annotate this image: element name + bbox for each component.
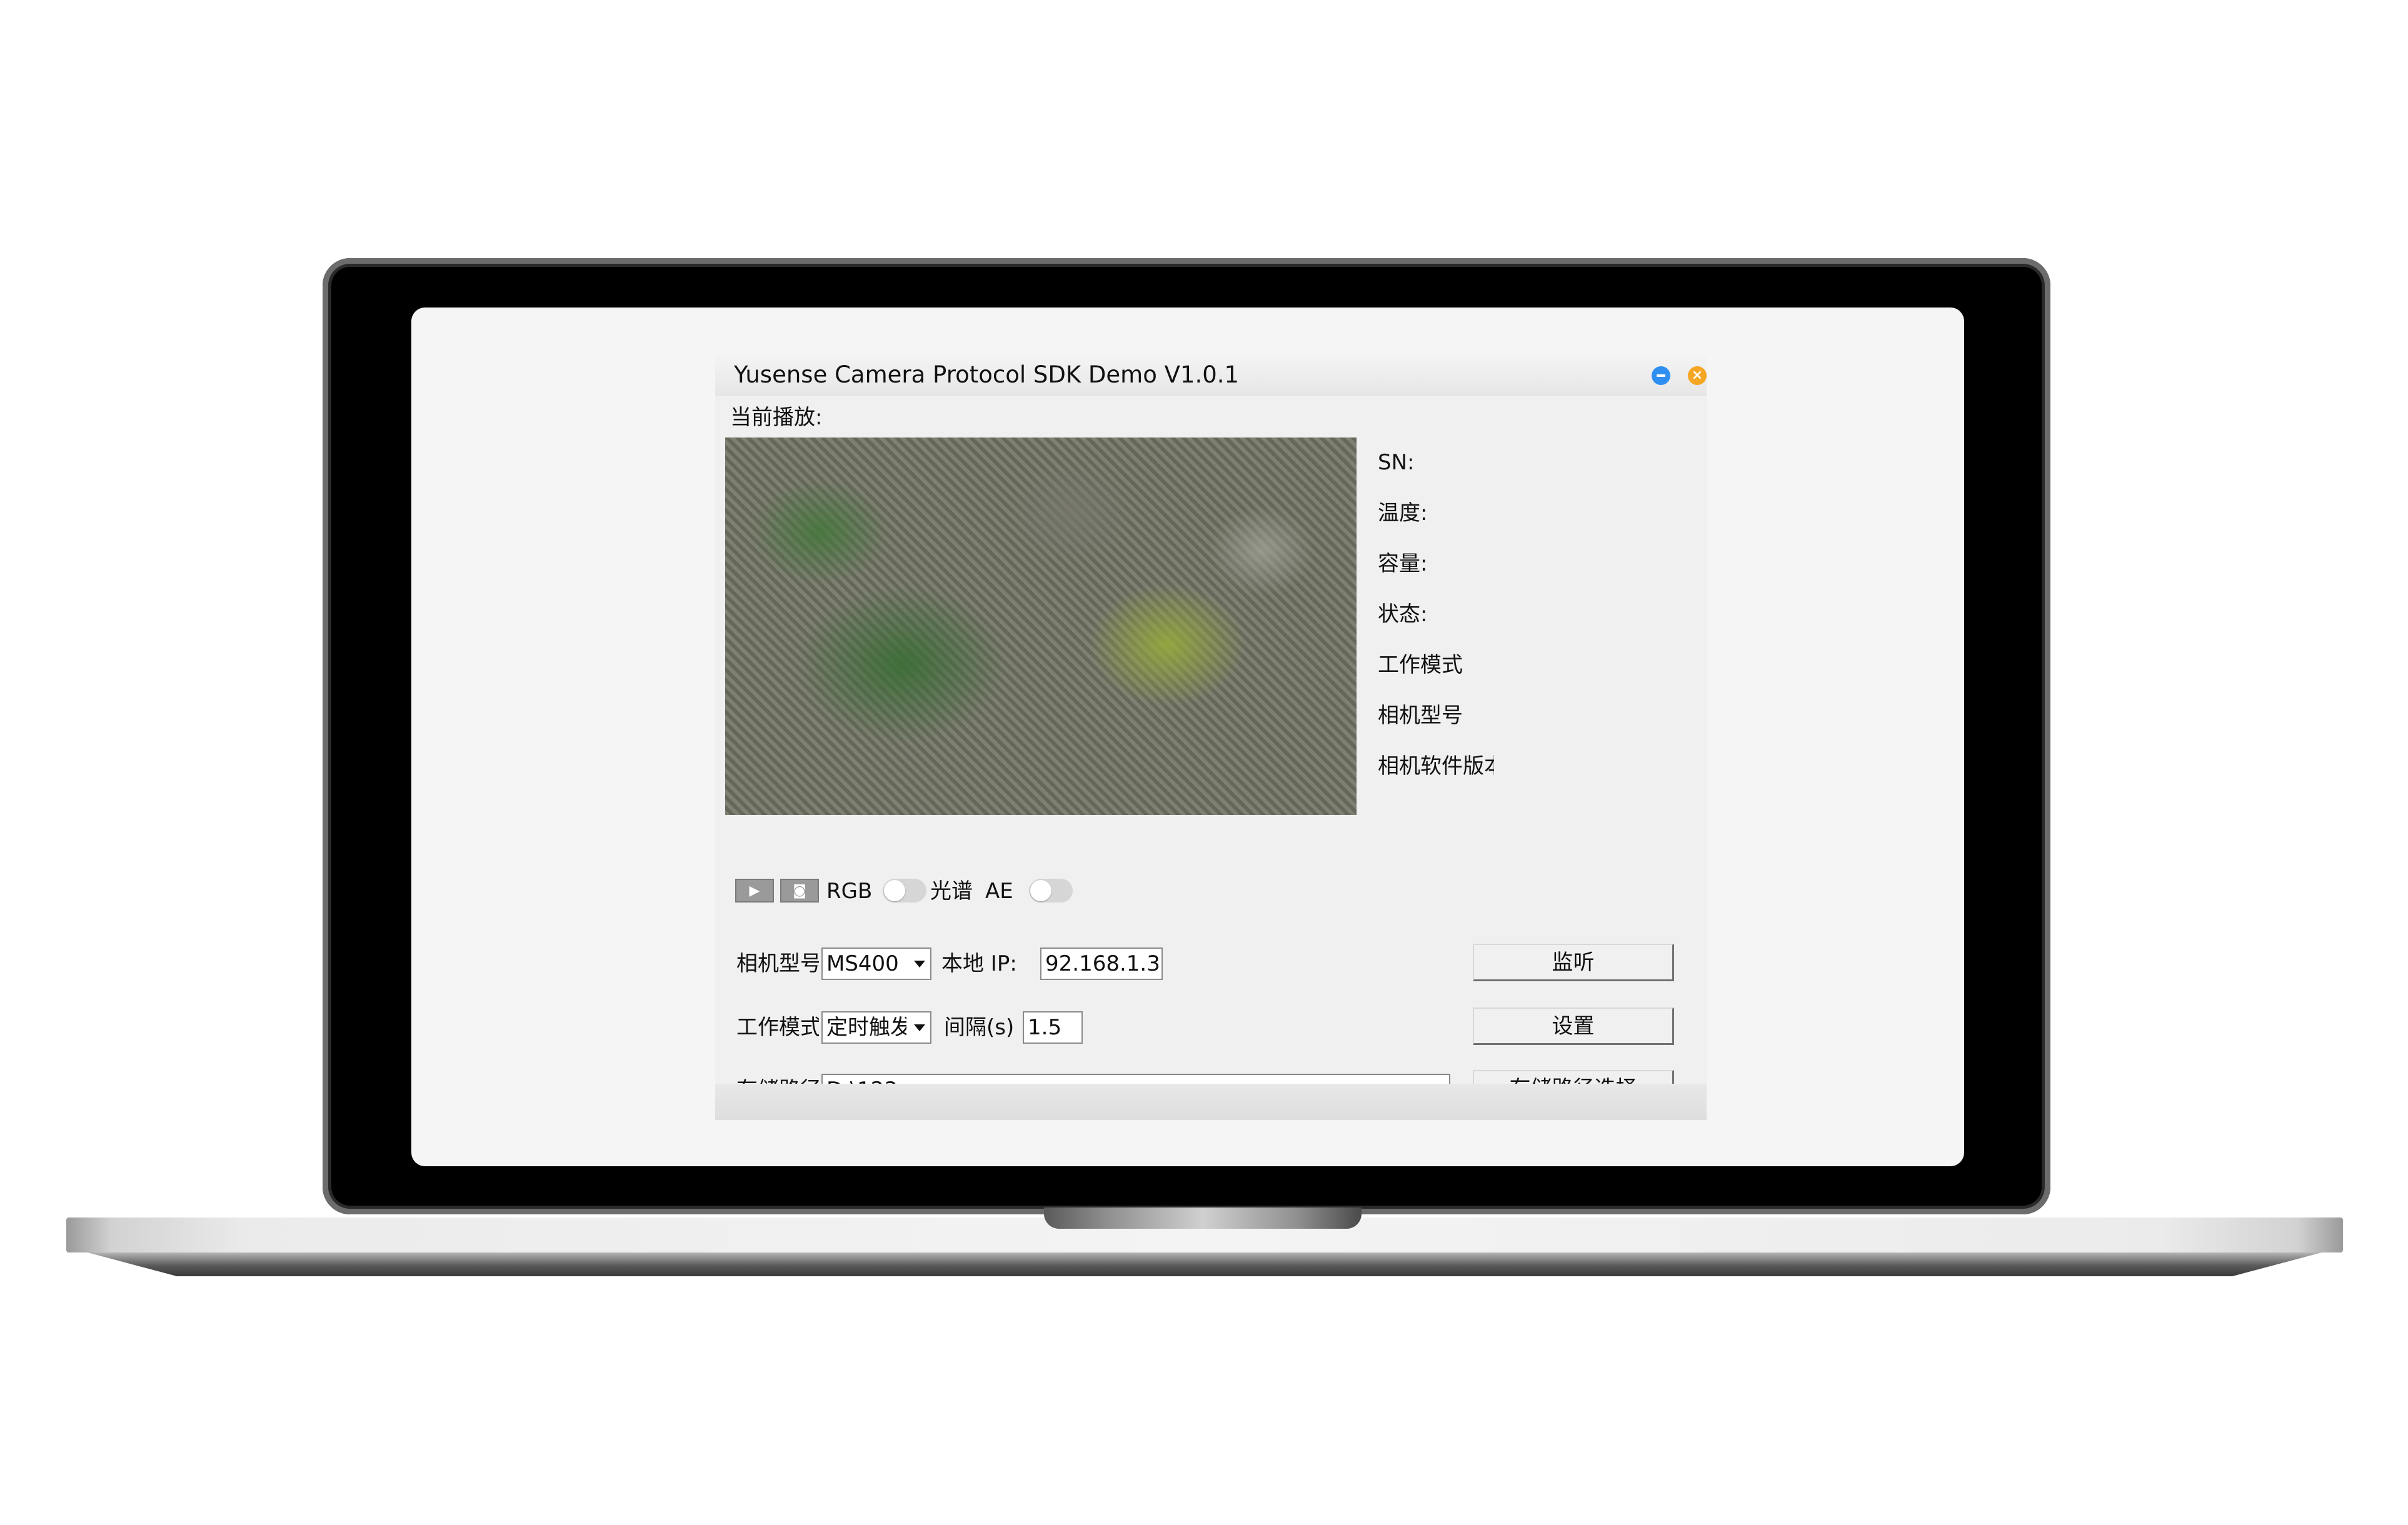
chevron-down-icon xyxy=(909,949,930,979)
local-ip-label: 本地 IP: xyxy=(941,951,1017,976)
camera-software-version-label: 相机软件版本 xyxy=(1378,754,1494,779)
current-playback-label: 当前播放: xyxy=(730,405,823,430)
rgb-spectrum-toggle[interactable] xyxy=(883,879,926,902)
work-mode-label: 工作模式 xyxy=(736,1015,819,1040)
interval-label: 间隔(s) xyxy=(944,1015,1015,1040)
title-bar[interactable]: Yusense Camera Protocol SDK Demo V1.0.1 … xyxy=(715,355,1707,396)
camera-model-label: 相机型号 xyxy=(736,951,819,976)
status-bar xyxy=(715,1084,1707,1120)
camera-preview-image xyxy=(725,438,1357,815)
laptop-screen: Yusense Camera Protocol SDK Demo V1.0.1 … xyxy=(411,308,1964,1166)
work-mode-select[interactable]: 定时触发 xyxy=(821,1011,931,1044)
play-icon: ▶ xyxy=(749,882,760,899)
work-mode-info-label: 工作模式 xyxy=(1378,652,1463,678)
interval-input[interactable]: 1.5 xyxy=(1023,1011,1083,1044)
temperature-label: 温度: xyxy=(1378,501,1428,526)
local-ip-input[interactable]: 92.168.1.30 xyxy=(1040,948,1163,980)
camera-model-value: MS400 xyxy=(826,951,899,976)
close-icon[interactable]: × xyxy=(1688,366,1707,385)
camera-icon: ◙ xyxy=(793,882,806,899)
listen-button[interactable]: 监听 xyxy=(1473,944,1674,981)
capture-button[interactable]: ◙ xyxy=(780,879,819,902)
camera-model-select[interactable]: MS400 xyxy=(821,948,931,980)
status-label: 状态: xyxy=(1378,602,1428,627)
spectrum-label: 光谱 xyxy=(930,879,973,904)
ae-label: AE xyxy=(985,879,1013,904)
laptop-hinge-notch xyxy=(1044,1208,1362,1229)
ae-toggle[interactable] xyxy=(1029,879,1073,902)
window-title: Yusense Camera Protocol SDK Demo V1.0.1 xyxy=(734,361,1240,388)
camera-model-info-label: 相机型号 xyxy=(1378,703,1463,728)
app-window: Yusense Camera Protocol SDK Demo V1.0.1 … xyxy=(715,355,1707,1120)
work-mode-value: 定时触发 xyxy=(826,1015,906,1040)
minimize-icon[interactable] xyxy=(1652,366,1670,385)
play-button[interactable]: ▶ xyxy=(735,879,774,902)
capacity-label: 容量: xyxy=(1378,551,1428,576)
settings-button[interactable]: 设置 xyxy=(1473,1008,1674,1045)
laptop-base-edge xyxy=(88,1252,2322,1276)
chevron-down-icon xyxy=(909,1012,930,1042)
sn-label: SN: xyxy=(1378,450,1415,475)
rgb-label: RGB xyxy=(826,879,873,904)
